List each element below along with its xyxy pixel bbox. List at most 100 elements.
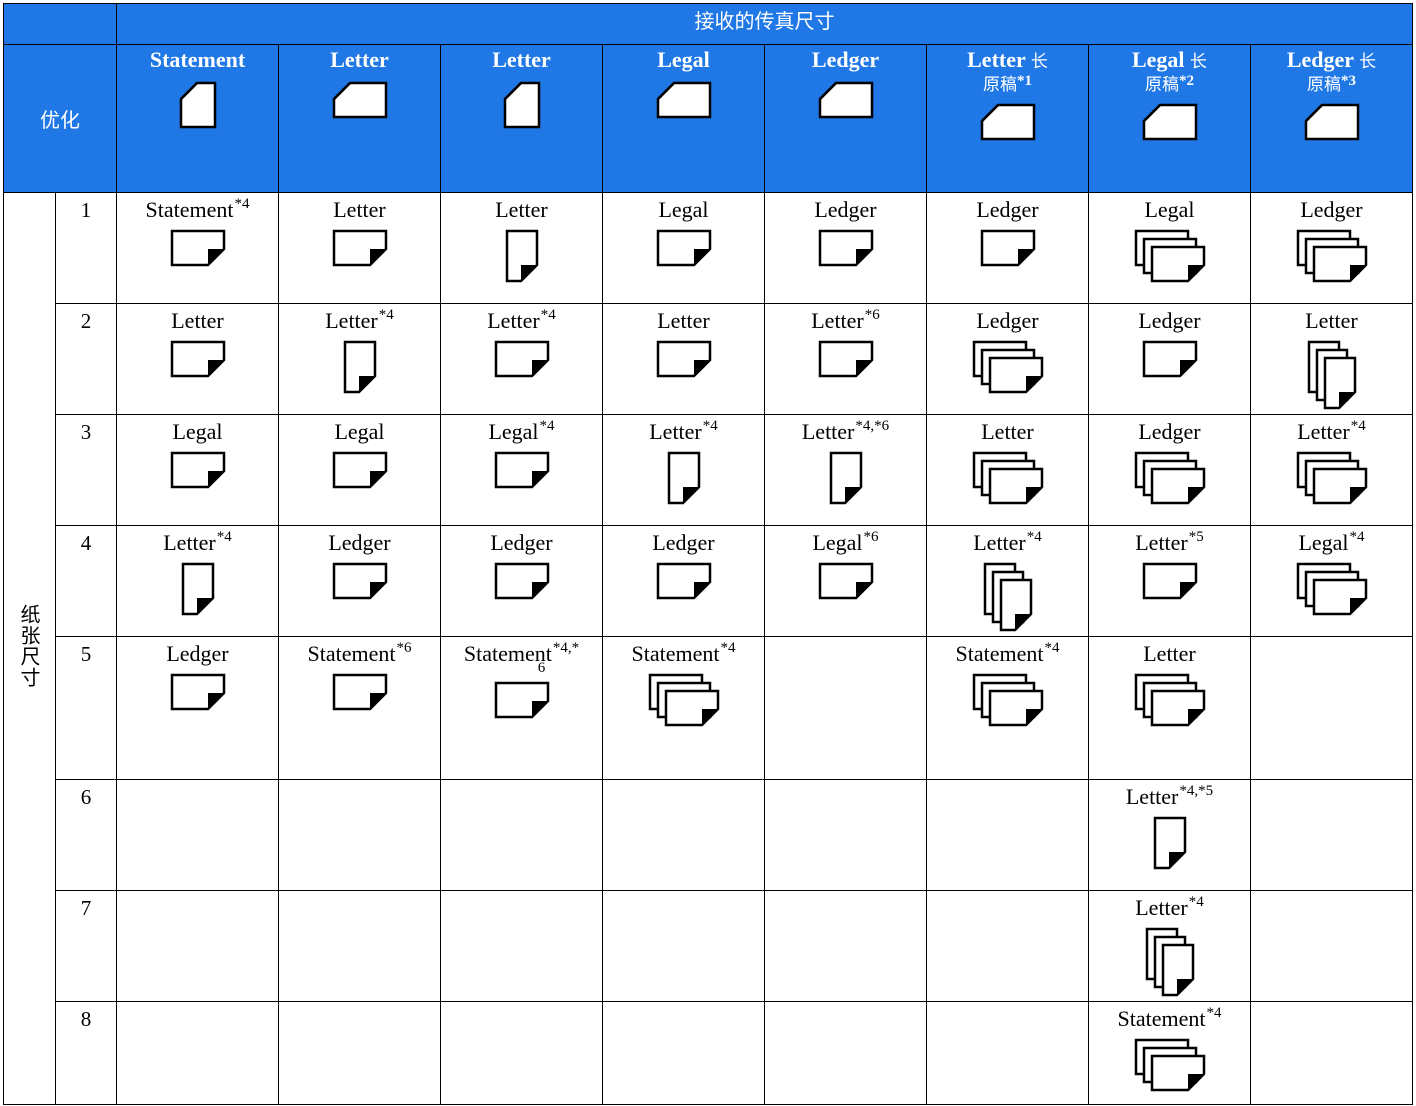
footnote-ref: *4,*6: [855, 418, 890, 434]
paper-size-cell: Ledger: [116, 636, 279, 780]
paper-landscape-single-icon: [603, 340, 764, 378]
row-number: 8: [55, 1001, 117, 1105]
paper-size-cell: Letter*4: [1088, 890, 1251, 1002]
column-header-8: Ledger 长原稿*3: [1250, 44, 1413, 193]
paper-size-name: Legal: [334, 419, 385, 444]
footnote-ref: *4: [539, 418, 555, 434]
paper-size-cell: Letter: [278, 192, 441, 304]
paper-landscape-single-icon: [1089, 340, 1250, 378]
paper-size-cell: Letter*4: [440, 303, 603, 415]
paper-size-name: Letter: [657, 308, 710, 333]
empty-cell: [764, 1001, 927, 1105]
column-name: Ledger: [811, 47, 880, 72]
paper-size-name: Letter: [171, 308, 224, 333]
paper-size-name: Letter: [811, 308, 864, 333]
paper-landscape-multi-icon: [1089, 673, 1250, 727]
paper-size-label-cell: 纸张尺寸: [3, 192, 56, 1105]
paper-portrait-single-icon: [279, 340, 440, 394]
paper-landscape-single-icon: [279, 229, 440, 267]
empty-cell: [1250, 779, 1413, 891]
empty-cell: [602, 890, 765, 1002]
paper-size-cell: Letter*4: [278, 303, 441, 415]
paper-size-cell: Letter*4: [602, 414, 765, 526]
column-header-7: Legal 长原稿*2: [1088, 44, 1251, 193]
table-row: 纸张尺寸 1 Statement*4 Letter Letter Legal Ledger L…: [3, 192, 1413, 1105]
row-number: 7: [55, 890, 117, 1002]
paper-size-name: Letter: [495, 197, 548, 222]
paper-size-cell: Statement*4: [926, 636, 1089, 780]
empty-cell: [278, 890, 441, 1002]
footnote-ref: *6: [863, 529, 879, 545]
paper-size-name: Ledger: [976, 197, 1039, 222]
paper-landscape-single-icon: [441, 451, 602, 489]
paper-size-name: Ledger: [1300, 197, 1363, 222]
paper-landscape-single-icon: [1089, 562, 1250, 600]
column-subtitle: 原稿: [1307, 75, 1341, 95]
paper-portrait-multi-icon: [1089, 927, 1250, 997]
table-row: 2 Letter Letter*4 Letter*4 Letter Letter*6 Led…: [4, 303, 1413, 415]
empty-cell: [926, 779, 1089, 891]
paper-size-name: Letter: [1135, 530, 1188, 555]
page-portrait-icon: [117, 81, 278, 129]
page-landscape-icon: [279, 81, 440, 119]
empty-cell: [1250, 890, 1413, 1002]
paper-size-name: Letter: [801, 419, 855, 444]
paper-size-cell: Ledger: [926, 192, 1089, 304]
footnote-ref: *6: [396, 640, 412, 656]
row-number: 6: [55, 779, 117, 891]
paper-size-name: Statement: [631, 641, 720, 666]
empty-cell: [1250, 636, 1413, 780]
paper-size-name: Legal: [1144, 197, 1195, 222]
paper-size-name: Legal: [658, 197, 709, 222]
paper-size-name: Letter: [325, 308, 378, 333]
paper-size-name: Ledger: [814, 197, 877, 222]
paper-landscape-single-icon: [441, 340, 602, 378]
footnote-ref: *4: [1044, 640, 1060, 656]
paper-landscape-single-icon: [765, 229, 926, 267]
column-suffix: 长: [1359, 52, 1377, 72]
paper-size-cell: Statement*4: [116, 192, 279, 304]
column-footnote: *2: [1179, 73, 1194, 89]
footnote-ref: *4: [1026, 529, 1042, 545]
paper-size-cell: Legal: [602, 192, 765, 304]
paper-portrait-multi-icon: [1251, 340, 1412, 410]
table-row: 8 Statement*4: [4, 1001, 1413, 1105]
column-header-5: Ledger: [764, 44, 927, 193]
footnote-ref: *4: [234, 196, 250, 212]
column-name: Letter: [492, 47, 551, 72]
paper-size-name: Ledger: [652, 530, 715, 555]
footnote-ref: *4: [1349, 529, 1365, 545]
paper-landscape-single-icon: [279, 562, 440, 600]
paper-size-name: Statement: [1117, 1006, 1206, 1031]
paper-size-name: Letter: [1297, 419, 1350, 444]
footnote-ref: *6: [864, 307, 880, 323]
paper-size-name: Ledger: [166, 641, 229, 666]
paper-landscape-multi-icon: [1089, 451, 1250, 505]
paper-size-cell: Ledger: [1250, 192, 1413, 304]
page-landscape-icon: [1251, 103, 1412, 141]
empty-cell: [926, 890, 1089, 1002]
paper-size-name: Legal: [172, 419, 223, 444]
empty-cell: [116, 779, 279, 891]
footnote-ref: *4: [1350, 418, 1366, 434]
paper-landscape-single-icon: [117, 340, 278, 378]
paper-size-cell: Legal: [116, 414, 279, 526]
paper-size-cell: Letter: [1088, 636, 1251, 780]
paper-portrait-single-icon: [441, 229, 602, 283]
empty-cell: [602, 779, 765, 891]
paper-size-cell: Ledger: [764, 192, 927, 304]
paper-size-name: Letter: [649, 419, 702, 444]
paper-landscape-multi-icon: [1251, 451, 1412, 505]
paper-size-name: Letter: [981, 419, 1034, 444]
paper-landscape-single-icon: [279, 673, 440, 711]
footnote-ref: *4: [540, 307, 556, 323]
paper-size-name: Statement: [955, 641, 1044, 666]
empty-cell: [602, 1001, 765, 1105]
column-subtitle: 原稿: [1145, 75, 1179, 95]
paper-size-name: Letter: [487, 308, 540, 333]
paper-landscape-multi-icon: [927, 451, 1088, 505]
paper-size-cell: Ledger: [1088, 414, 1251, 526]
column-header-4: Legal: [602, 44, 765, 193]
row-number: 1: [55, 192, 117, 304]
priority-label: 优化: [3, 44, 117, 193]
